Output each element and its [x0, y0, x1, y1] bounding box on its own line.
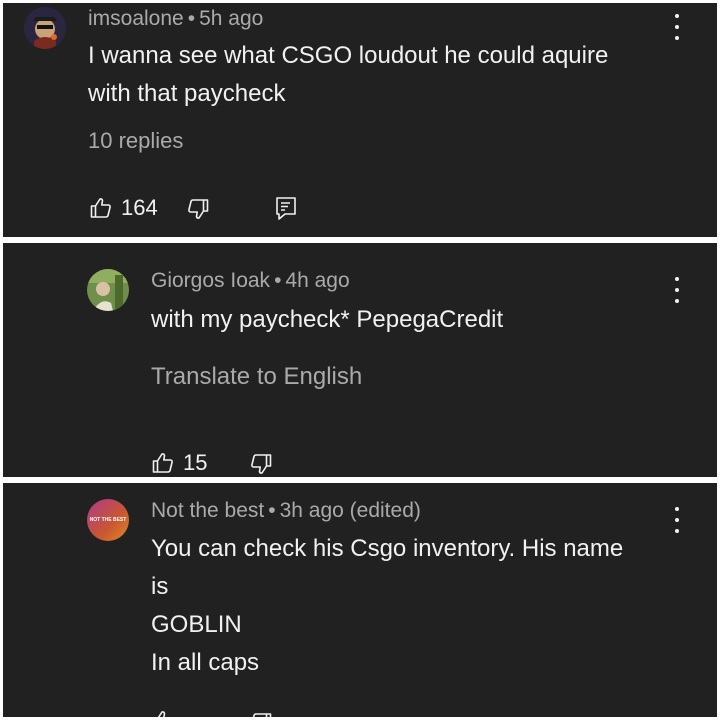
replies-link[interactable]: 10 replies [88, 128, 183, 154]
like-button[interactable] [151, 709, 175, 717]
comment-header: imsoalone • 5h ago [88, 7, 263, 31]
timestamp[interactable]: 4h ago [285, 269, 349, 292]
comment-header: Giorgos Ioak • 4h ago [151, 269, 350, 293]
reply-icon [276, 197, 296, 220]
comment-line: In all caps [151, 649, 260, 676]
separator: • [268, 499, 276, 522]
separator: • [274, 269, 282, 292]
like-count: 15 [183, 450, 208, 475]
thumbs-down-icon [251, 454, 272, 474]
like-count: 164 [121, 195, 158, 220]
comment-text: You can check his Csgo inventory. His na… [151, 530, 623, 682]
avatar[interactable] [24, 7, 66, 49]
avatar[interactable]: NOT THE BEST [87, 499, 129, 541]
translate-link[interactable]: Translate to English [151, 363, 362, 391]
more-vert-icon[interactable] [672, 14, 682, 40]
character-avatar-icon [24, 7, 66, 49]
thumbs-up-icon [152, 453, 173, 473]
comment-line: I wanna see what CSGO loudout he could a… [88, 42, 609, 69]
username[interactable]: Not the best [151, 499, 264, 522]
timestamp[interactable]: 5h ago [199, 7, 263, 30]
dislike-button[interactable] [186, 197, 210, 221]
photo-avatar-icon [87, 269, 129, 311]
reply-button[interactable] [274, 195, 298, 221]
comment-line: with that paycheck [88, 80, 286, 107]
comment-card: imsoalone • 5h ago I wanna see what CSGO l… [3, 3, 717, 237]
username[interactable]: imsoalone [88, 7, 184, 30]
username[interactable]: Giorgos Ioak [151, 269, 270, 292]
comment-line: GOBLIN [151, 611, 242, 638]
separator: • [187, 7, 196, 30]
avatar[interactable] [87, 269, 129, 311]
timestamp[interactable]: 3h ago (edited) [280, 499, 421, 522]
comment-text: I wanna see what CSGO loudout he could a… [88, 37, 608, 113]
comment-line: You can check his Csgo inventory. His na… [151, 535, 624, 562]
dislike-button[interactable] [249, 711, 273, 717]
thumbs-up-icon [157, 711, 166, 717]
thumbs-up-icon [90, 198, 111, 218]
like-button[interactable]: 15 [151, 450, 207, 476]
comment-text: with my paycheck* PepegaCredit [151, 301, 503, 339]
like-button[interactable]: 164 [89, 195, 158, 221]
dislike-button[interactable] [249, 452, 273, 476]
comment-card: Giorgos Ioak • 4h ago with my paycheck* Pe… [3, 243, 717, 477]
comment-line: with my paycheck* PepegaCredit [151, 306, 504, 333]
more-vert-icon[interactable] [672, 507, 682, 533]
more-vert-icon[interactable] [672, 277, 682, 303]
comment-header: Not the best • 3h ago (edited) [151, 499, 421, 523]
thumbs-down-icon [252, 713, 272, 717]
avatar-logo-text: NOT THE BEST [89, 517, 127, 523]
comment-card: NOT THE BEST Not the best • 3h ago (edited… [3, 483, 717, 717]
comment-line: is [151, 573, 169, 600]
thumbs-down-icon [188, 199, 209, 219]
